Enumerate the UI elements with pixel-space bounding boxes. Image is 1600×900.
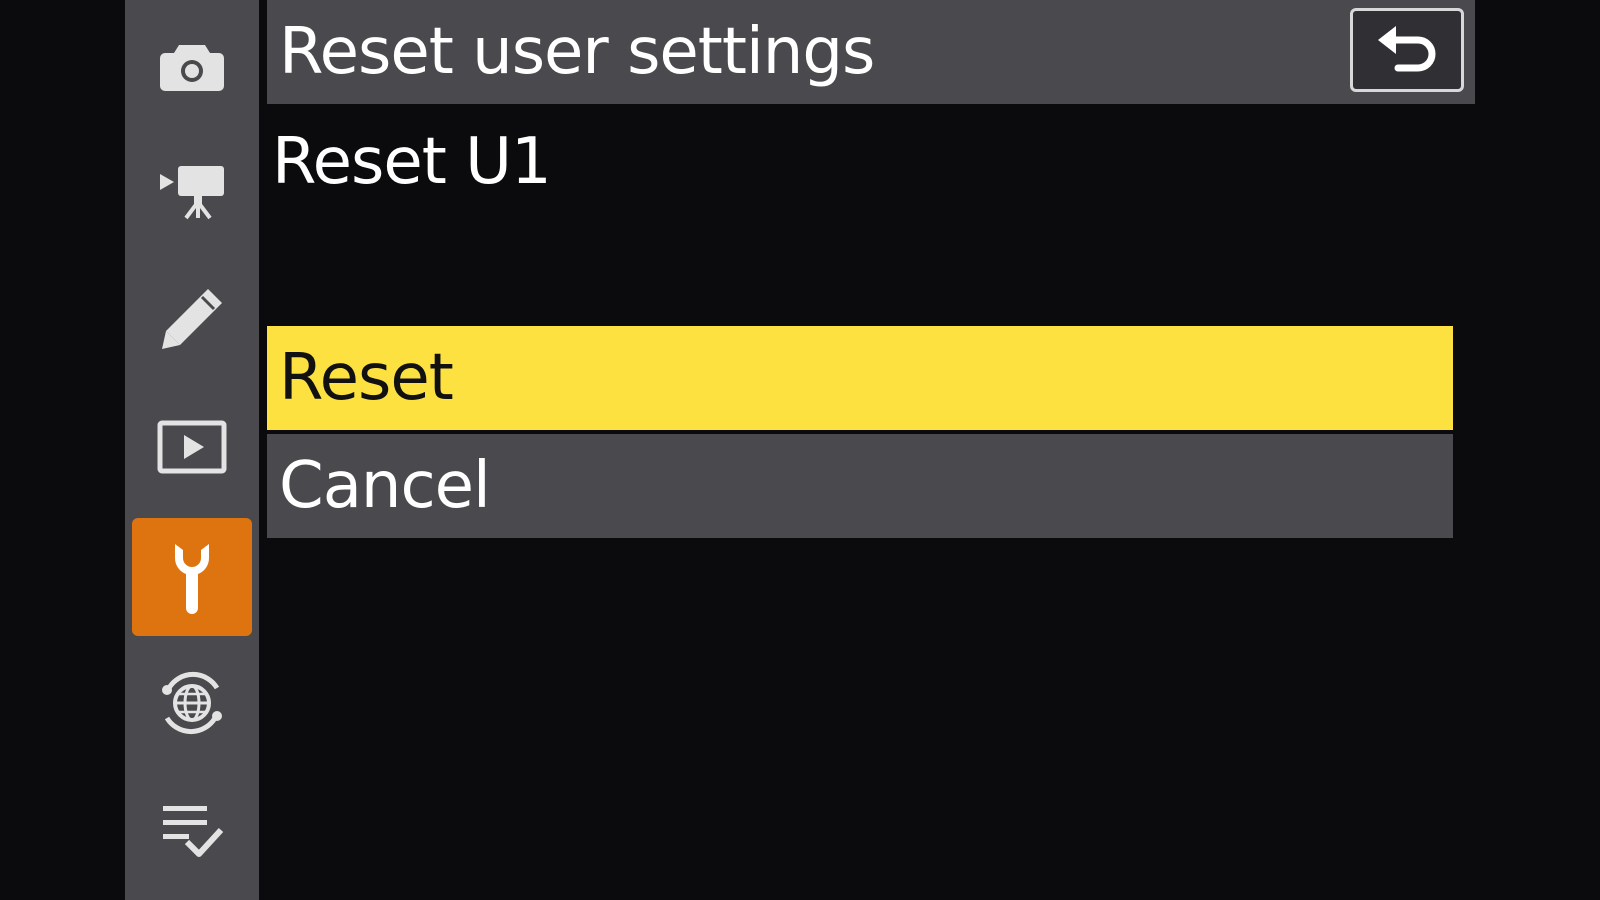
tab-custom-settings[interactable]: [132, 260, 252, 378]
reset-option[interactable]: Reset: [267, 326, 1453, 430]
network-globe-icon: [162, 671, 222, 735]
return-arrow-icon: [1378, 26, 1436, 72]
tab-setup[interactable]: [132, 518, 252, 636]
my-menu-checklist-icon: [163, 806, 224, 857]
tab-photo-shooting[interactable]: [132, 8, 252, 126]
tab-playback[interactable]: [132, 388, 252, 506]
back-button[interactable]: [1350, 8, 1464, 92]
pencil-icon: [162, 289, 222, 349]
cancel-option-label: Cancel: [279, 449, 491, 523]
cancel-option[interactable]: Cancel: [267, 434, 1453, 538]
menu-subtitle: Reset U1: [272, 125, 552, 199]
page-title: Reset user settings: [279, 15, 875, 89]
camera-icon: [160, 45, 224, 91]
menu-tab-rail: [125, 0, 259, 900]
tab-my-menu[interactable]: [132, 772, 252, 890]
wrench-icon: [174, 544, 210, 614]
camera-menu-screen: Reset user settings Reset U1 Reset Cance…: [0, 0, 1600, 900]
movie-camera-icon: [160, 166, 224, 220]
menu-header: Reset user settings: [267, 0, 1475, 104]
tab-movie-recording[interactable]: [132, 132, 252, 250]
playback-icon: [157, 420, 227, 474]
reset-option-label: Reset: [279, 341, 454, 415]
tab-network[interactable]: [132, 644, 252, 762]
